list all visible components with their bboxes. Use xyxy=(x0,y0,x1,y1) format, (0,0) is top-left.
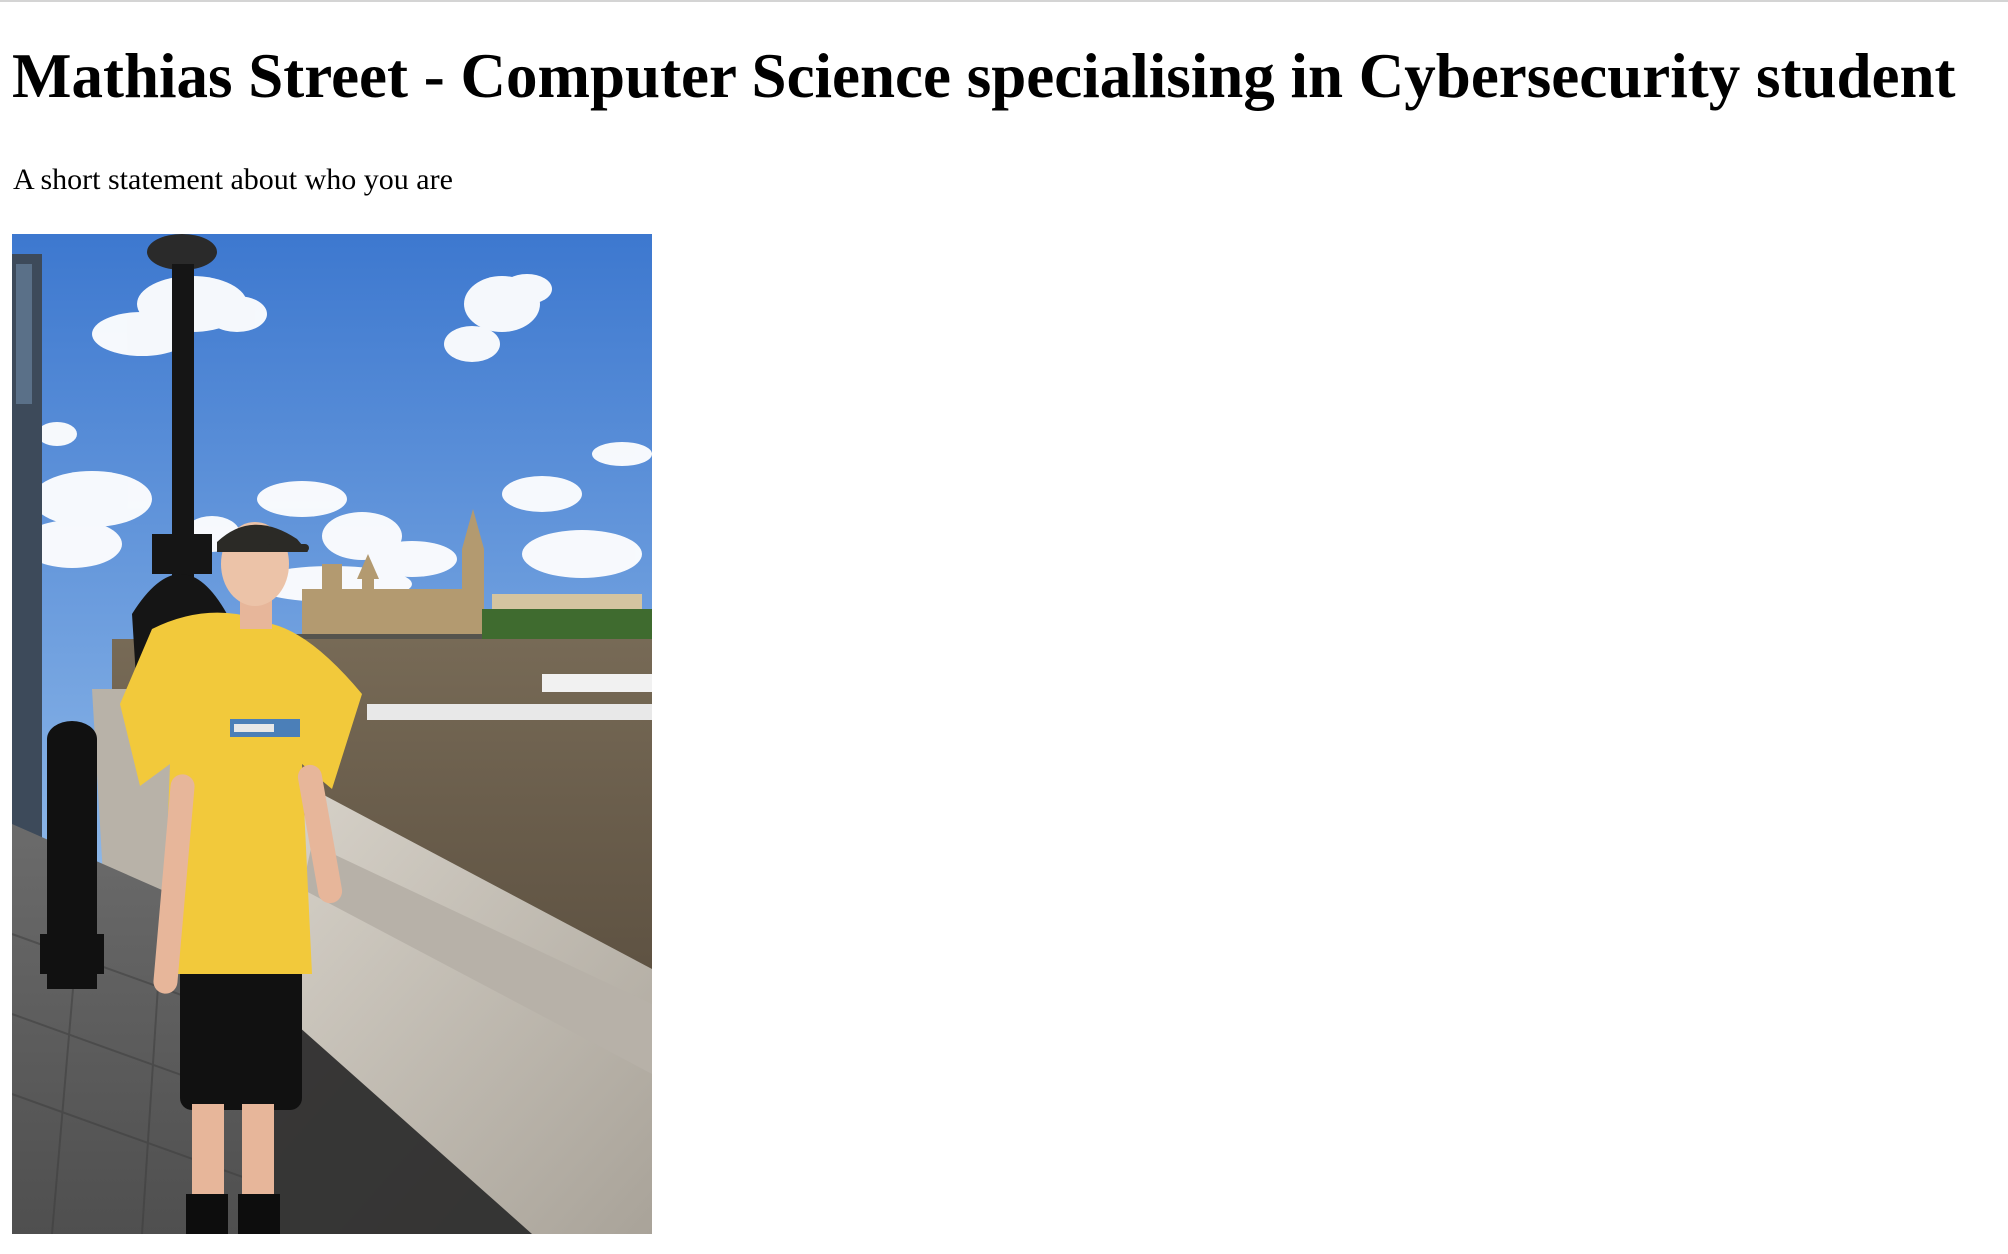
trees xyxy=(482,609,652,639)
intro-statement: A short statement about who you are xyxy=(13,163,453,196)
profile-photo xyxy=(12,234,652,1234)
boat xyxy=(542,674,652,692)
bollard xyxy=(40,721,104,989)
page-title: Mathias Street - Computer Science specia… xyxy=(12,41,1956,111)
pier xyxy=(367,704,652,720)
top-divider xyxy=(0,0,2008,2)
